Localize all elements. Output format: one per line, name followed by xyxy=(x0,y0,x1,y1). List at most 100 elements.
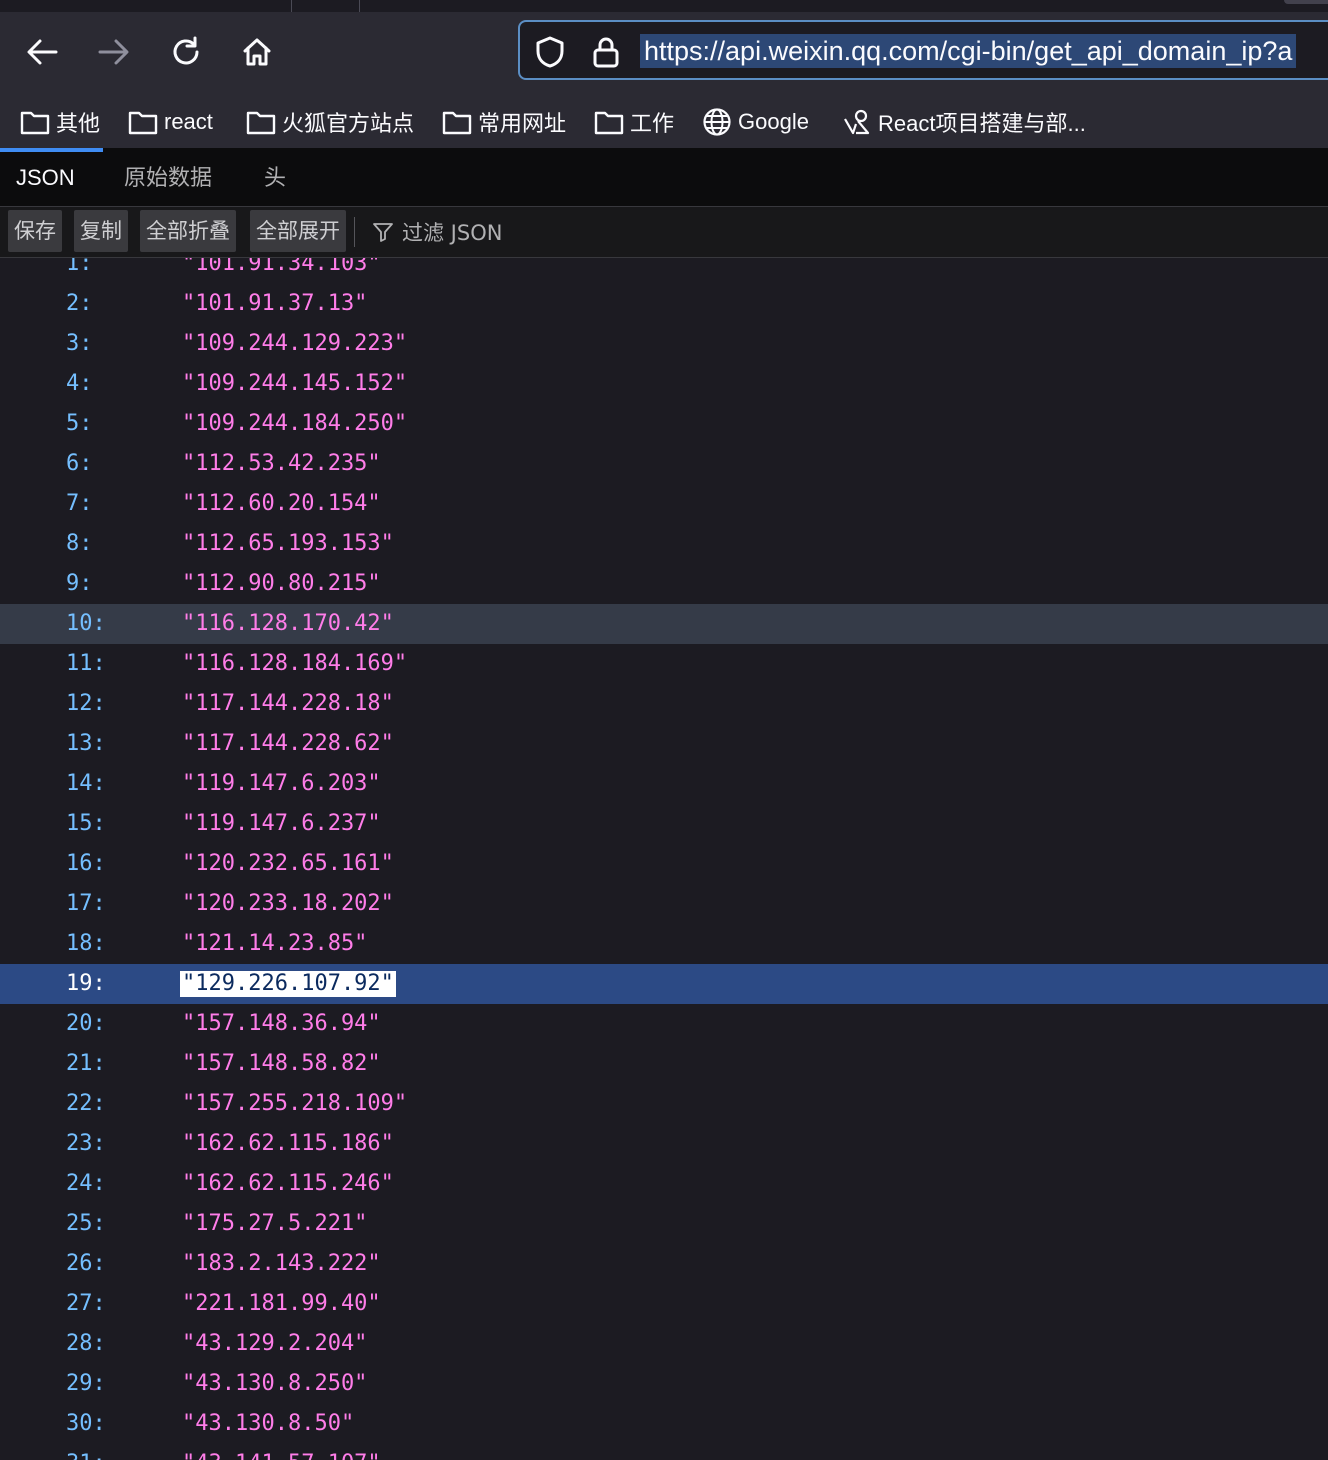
row-string-value[interactable]: "162.62.115.186" xyxy=(182,1124,394,1164)
row-index-key: 14: xyxy=(66,771,106,796)
row-string-value[interactable]: "43.130.8.50" xyxy=(182,1404,354,1444)
row-string-value[interactable]: "157.255.218.109" xyxy=(182,1084,407,1124)
filter-json-input[interactable]: 过滤 JSON xyxy=(372,215,502,249)
forward-button[interactable] xyxy=(92,34,136,70)
bookmarks-bar: 其他 react 火狐官方站点 常用网址 工作 Google React项目搭建… xyxy=(0,96,1328,148)
row-string-value[interactable]: "112.53.42.235" xyxy=(182,444,381,484)
json-row[interactable]: 14: "119.147.6.203" xyxy=(0,764,1328,804)
row-string-value[interactable]: "175.27.5.221" xyxy=(182,1204,367,1244)
arrow-left-icon xyxy=(27,39,58,65)
row-string-value[interactable]: "157.148.58.82" xyxy=(182,1044,381,1084)
json-row[interactable]: 27: "221.181.99.40" xyxy=(0,1284,1328,1324)
row-string-value[interactable]: "119.147.6.203" xyxy=(182,764,381,804)
json-row[interactable]: 10: "116.128.170.42" xyxy=(0,604,1328,644)
json-row[interactable]: 1: "101.91.34.103" xyxy=(0,258,1328,284)
row-string-value[interactable]: "119.147.6.237" xyxy=(182,804,381,844)
tab-json[interactable]: JSON xyxy=(16,148,75,206)
row-string-value[interactable]: "43.130.8.250" xyxy=(182,1364,367,1404)
json-row[interactable]: 15: "119.147.6.237" xyxy=(0,804,1328,844)
shield-icon[interactable] xyxy=(534,36,566,68)
tab-edge[interactable] xyxy=(1284,0,1328,4)
json-row[interactable]: 24: "162.62.115.246" xyxy=(0,1164,1328,1204)
copy-button[interactable]: 复制 xyxy=(74,210,128,252)
row-string-value[interactable]: "112.60.20.154" xyxy=(182,484,381,524)
row-index-key: 29: xyxy=(66,1371,106,1396)
bookmark-react-project[interactable]: React项目搭建与部... xyxy=(842,104,1086,140)
row-string-value[interactable]: "183.2.143.222" xyxy=(182,1244,381,1284)
json-row[interactable]: 19: "129.226.107.92" xyxy=(0,964,1328,1004)
row-string-value[interactable]: "120.232.65.161" xyxy=(182,844,394,884)
json-row[interactable]: 5: "109.244.184.250" xyxy=(0,404,1328,444)
json-row[interactable]: 18: "121.14.23.85" xyxy=(0,924,1328,964)
collapse-all-button[interactable]: 全部折叠 xyxy=(140,210,236,252)
back-button[interactable] xyxy=(20,34,64,70)
bookmark-label: 其他 xyxy=(56,111,101,136)
row-index-key: 18: xyxy=(66,931,106,956)
json-row[interactable]: 29: "43.130.8.250" xyxy=(0,1364,1328,1404)
row-string-value[interactable]: "157.148.36.94" xyxy=(182,1004,381,1044)
home-button[interactable] xyxy=(235,34,279,70)
row-index-key: 28: xyxy=(66,1331,106,1356)
row-string-value[interactable]: "43.141.57.107" xyxy=(182,1444,381,1460)
json-row[interactable]: 17: "120.233.18.202" xyxy=(0,884,1328,924)
row-string-value[interactable]: "116.128.170.42" xyxy=(182,604,394,644)
json-row[interactable]: 9: "112.90.80.215" xyxy=(0,564,1328,604)
bookmark-firefox-sites[interactable]: 火狐官方站点 xyxy=(246,104,414,140)
bookmark-common-sites[interactable]: 常用网址 xyxy=(442,104,566,140)
row-string-value[interactable]: "117.144.228.18" xyxy=(182,684,394,724)
json-row[interactable]: 3: "109.244.129.223" xyxy=(0,324,1328,364)
expand-all-button[interactable]: 全部展开 xyxy=(250,210,346,252)
save-button[interactable]: 保存 xyxy=(8,210,62,252)
row-string-value[interactable]: "109.244.184.250" xyxy=(182,404,407,444)
json-row[interactable]: 13: "117.144.228.62" xyxy=(0,724,1328,764)
row-string-value[interactable]: "112.65.193.153" xyxy=(182,524,394,564)
json-row[interactable]: 31: "43.141.57.107" xyxy=(0,1444,1328,1460)
row-index-key: 12: xyxy=(66,691,106,716)
json-row[interactable]: 30: "43.130.8.50" xyxy=(0,1404,1328,1444)
address-bar[interactable]: https://api.weixin.qq.com/cgi-bin/get_ap… xyxy=(518,20,1328,80)
reload-button[interactable] xyxy=(164,34,208,70)
json-row[interactable]: 12: "117.144.228.18" xyxy=(0,684,1328,724)
folder-icon xyxy=(594,111,624,135)
json-row[interactable]: 20: "157.148.36.94" xyxy=(0,1004,1328,1044)
row-string-value[interactable]: "43.129.2.204" xyxy=(182,1324,367,1364)
json-toolbar: 保存 复制 全部折叠 全部展开 过滤 JSON xyxy=(0,207,1328,258)
lock-icon[interactable] xyxy=(592,36,620,68)
json-row[interactable]: 6: "112.53.42.235" xyxy=(0,444,1328,484)
json-row[interactable]: 22: "157.255.218.109" xyxy=(0,1084,1328,1124)
bookmark-other[interactable]: 其他 xyxy=(20,104,100,140)
row-string-value[interactable]: "129.226.107.92" xyxy=(180,971,396,997)
url-text[interactable]: https://api.weixin.qq.com/cgi-bin/get_ap… xyxy=(640,34,1297,68)
bookmark-google[interactable]: Google xyxy=(702,104,809,140)
json-row[interactable]: 7: "112.60.20.154" xyxy=(0,484,1328,524)
row-string-value[interactable]: "162.62.115.246" xyxy=(182,1164,394,1204)
tab-headers[interactable]: 头 xyxy=(264,148,286,206)
row-string-value[interactable]: "120.233.18.202" xyxy=(182,884,394,924)
json-row[interactable]: 11: "116.128.184.169" xyxy=(0,644,1328,684)
row-string-value[interactable]: "116.128.184.169" xyxy=(182,644,407,684)
row-string-value[interactable]: "121.14.23.85" xyxy=(182,924,367,964)
row-string-value[interactable]: "101.91.34.103" xyxy=(182,258,381,284)
json-row[interactable]: 23: "162.62.115.186" xyxy=(0,1124,1328,1164)
row-index-key: 31: xyxy=(66,1444,106,1460)
json-row[interactable]: 28: "43.129.2.204" xyxy=(0,1324,1328,1364)
row-index-key: 26: xyxy=(66,1251,106,1276)
json-row[interactable]: 26: "183.2.143.222" xyxy=(0,1244,1328,1284)
bookmark-react[interactable]: react xyxy=(128,104,213,140)
json-row[interactable]: 16: "120.232.65.161" xyxy=(0,844,1328,884)
json-row[interactable]: 25: "175.27.5.221" xyxy=(0,1204,1328,1244)
bookmark-work[interactable]: 工作 xyxy=(594,104,674,140)
json-row[interactable]: 4: "109.244.145.152" xyxy=(0,364,1328,404)
row-index-key: 1: xyxy=(66,258,93,276)
row-string-value[interactable]: "112.90.80.215" xyxy=(182,564,381,604)
row-string-value[interactable]: "109.244.145.152" xyxy=(182,364,407,404)
json-row[interactable]: 21: "157.148.58.82" xyxy=(0,1044,1328,1084)
row-string-value[interactable]: "109.244.129.223" xyxy=(182,324,407,364)
json-row[interactable]: 2: "101.91.37.13" xyxy=(0,284,1328,324)
tab-raw-data[interactable]: 原始数据 xyxy=(124,148,212,206)
row-string-value[interactable]: "101.91.37.13" xyxy=(182,284,367,324)
row-string-value[interactable]: "221.181.99.40" xyxy=(182,1284,381,1324)
row-string-value[interactable]: "117.144.228.62" xyxy=(182,724,394,764)
json-row[interactable]: 8: "112.65.193.153" xyxy=(0,524,1328,564)
folder-icon xyxy=(128,111,158,135)
